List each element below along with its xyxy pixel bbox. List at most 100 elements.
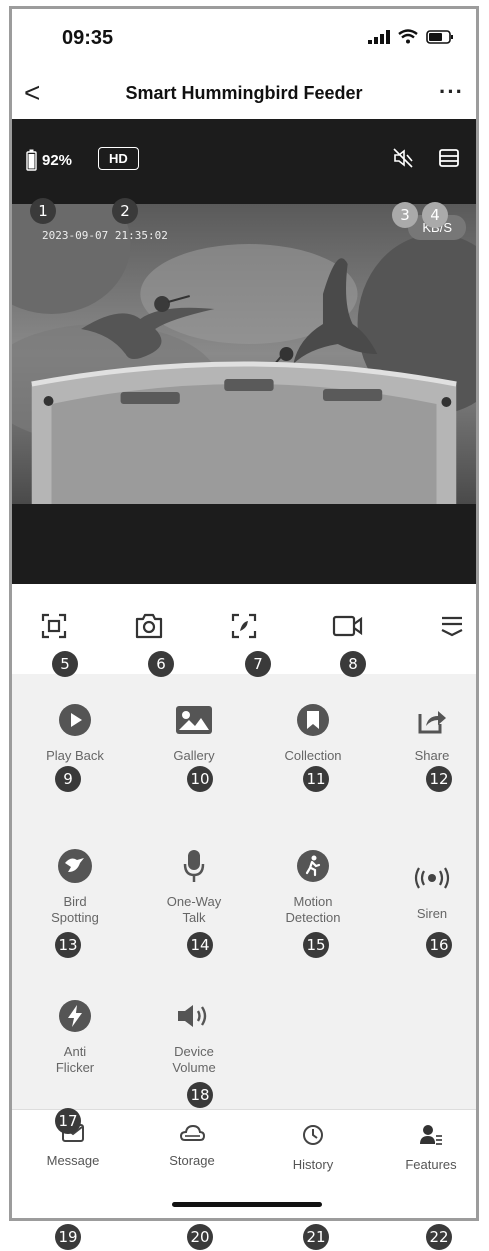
tab-storage-label: Storage xyxy=(169,1153,215,1168)
video-top-bar: 92% HD xyxy=(12,119,476,204)
callout-badge: 18 xyxy=(187,1082,213,1108)
callout-badge: 8 xyxy=(340,651,366,677)
more-button[interactable]: ··· xyxy=(439,79,464,105)
anti-flicker-label-2: Flicker xyxy=(55,1060,95,1075)
feature-grid: Play Back Gallery Collection Share Bird … xyxy=(12,674,476,1109)
tab-features-label: Features xyxy=(405,1157,457,1172)
callout-badge: 5 xyxy=(52,651,78,677)
gallery-icon xyxy=(176,706,212,734)
callout-badge: 19 xyxy=(55,1224,81,1250)
callout-badge: 1 xyxy=(30,198,56,224)
share-tile[interactable]: Share xyxy=(377,698,476,764)
fullscreen-icon xyxy=(41,613,67,639)
anti-flicker-tile[interactable]: Anti Flicker xyxy=(20,994,130,1076)
playback-label: Play Back xyxy=(46,748,104,763)
volume-label-2: Volume xyxy=(172,1060,216,1075)
tab-history-label: History xyxy=(292,1157,334,1172)
callout-badge: 7 xyxy=(245,651,271,677)
siren-tile[interactable]: Siren xyxy=(377,844,476,922)
hummingbird-feeder-image xyxy=(12,204,476,504)
gallery-tile[interactable]: Gallery xyxy=(139,698,249,764)
status-icons xyxy=(368,29,454,44)
callout-badge: 10 xyxy=(187,766,213,792)
tab-message-label: Message xyxy=(46,1153,100,1168)
gallery-label: Gallery xyxy=(173,748,215,763)
layout-icon[interactable] xyxy=(438,147,460,169)
video-timestamp: 2023-09-07 21:35:02 xyxy=(42,229,168,242)
device-battery: 92% xyxy=(26,149,72,171)
callout-badge: 20 xyxy=(187,1224,213,1250)
share-icon xyxy=(418,711,446,734)
callout-badge: 21 xyxy=(303,1224,329,1250)
collection-tile[interactable]: Collection xyxy=(258,698,368,764)
battery-icon xyxy=(426,29,453,44)
user-list-icon xyxy=(420,1125,442,1145)
lightning-icon xyxy=(59,1000,91,1032)
video-bottom-bar xyxy=(12,504,476,584)
motion-label-1: Motion xyxy=(293,894,333,909)
page-title: Smart Hummingbird Feeder xyxy=(125,83,363,103)
video-record-icon xyxy=(332,615,363,637)
video-player[interactable]: 92% HD 2023-09-07 21:35:02 KB/S xyxy=(12,119,476,584)
bookmark-icon xyxy=(297,704,329,736)
callout-badge: 6 xyxy=(148,651,174,677)
callout-badge: 16 xyxy=(426,932,452,958)
anti-flicker-label-1: Anti xyxy=(63,1044,87,1059)
callout-badge: 2 xyxy=(112,198,138,224)
control-row xyxy=(12,584,476,674)
callout-badge: 3 xyxy=(392,202,418,228)
expand-menu-icon xyxy=(441,616,463,637)
callout-badge: 9 xyxy=(55,766,81,792)
callout-badge: 15 xyxy=(303,932,329,958)
callout-badge: 14 xyxy=(187,932,213,958)
device-volume-tile[interactable]: Device Volume xyxy=(139,994,249,1076)
callout-badge: 12 xyxy=(426,766,452,792)
tab-history[interactable]: History xyxy=(258,1124,368,1172)
callout-badge: 17 xyxy=(55,1108,81,1134)
bottom-tab-bar: Message Storage History Features xyxy=(12,1109,476,1218)
quality-button[interactable]: HD xyxy=(98,147,139,170)
callout-badge: 22 xyxy=(426,1224,452,1250)
one-way-talk-tile[interactable]: One-Way Talk xyxy=(139,844,249,926)
tab-storage[interactable]: Storage xyxy=(137,1124,247,1168)
wifi-icon xyxy=(398,29,418,44)
phone-screen: 09:35 < Smart Hummingbird Feeder ··· 92%… xyxy=(9,6,479,1221)
bird-capture-button[interactable] xyxy=(224,606,264,646)
battery-level-icon xyxy=(26,149,37,171)
share-label: Share xyxy=(414,748,450,763)
expand-button[interactable] xyxy=(432,606,472,646)
screenshot-button[interactable] xyxy=(129,606,169,646)
mute-icon[interactable] xyxy=(392,147,414,169)
callout-badge: 11 xyxy=(303,766,329,792)
talk-label-1: One-Way xyxy=(166,894,222,909)
signal-icon xyxy=(368,29,390,44)
status-bar: 09:35 xyxy=(12,9,476,69)
walking-person-icon xyxy=(297,850,329,882)
bird-icon xyxy=(58,849,92,883)
status-time: 09:35 xyxy=(62,27,114,49)
callout-badge: 13 xyxy=(55,932,81,958)
fullscreen-button[interactable] xyxy=(34,606,74,646)
talk-label-2: Talk xyxy=(182,910,206,925)
motion-detection-tile[interactable]: Motion Detection xyxy=(258,844,368,926)
home-indicator[interactable] xyxy=(172,1202,322,1207)
siren-label: Siren xyxy=(416,906,448,921)
camera-icon xyxy=(135,613,163,639)
microphone-icon xyxy=(183,850,205,882)
playback-tile[interactable]: Play Back xyxy=(20,698,130,764)
battery-percent: 92% xyxy=(42,151,73,169)
volume-label-1: Device xyxy=(174,1044,214,1059)
motion-label-2: Detection xyxy=(285,910,341,925)
clock-icon xyxy=(303,1125,323,1145)
nav-bar: < Smart Hummingbird Feeder ··· xyxy=(12,69,476,119)
callout-badge: 4 xyxy=(422,202,448,228)
tab-features[interactable]: Features xyxy=(376,1124,476,1172)
collection-label: Collection xyxy=(284,748,342,763)
speaker-icon xyxy=(178,1005,207,1027)
cloud-icon xyxy=(179,1124,206,1141)
record-button[interactable] xyxy=(328,606,368,646)
bird-spotting-label-1: Bird xyxy=(63,894,87,909)
bird-scan-icon xyxy=(231,613,257,639)
bird-spotting-tile[interactable]: Bird Spotting xyxy=(20,844,130,926)
bird-spotting-label-2: Spotting xyxy=(51,910,99,925)
